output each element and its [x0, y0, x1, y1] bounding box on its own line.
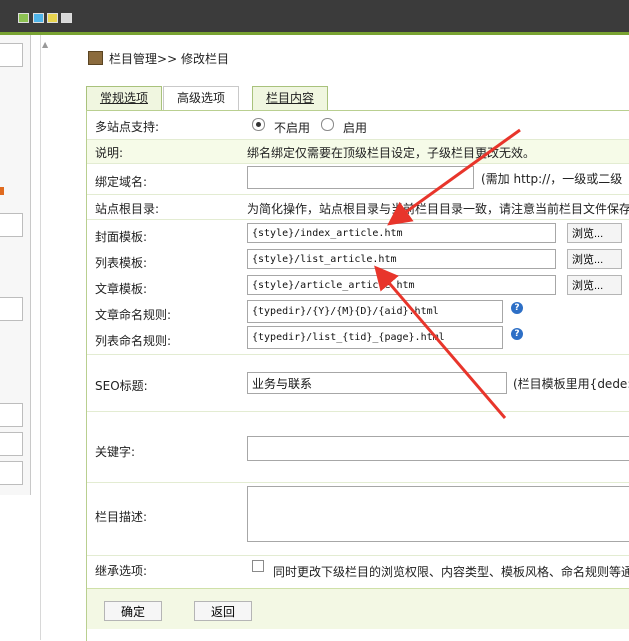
sidebar-button[interactable] — [0, 297, 23, 321]
article-naming-input[interactable] — [247, 300, 503, 323]
multisite-off-radio[interactable] — [252, 118, 265, 131]
sidebar-button[interactable] — [0, 403, 23, 427]
multisite-label: 多站点支持: — [95, 120, 160, 134]
article-template-label: 文章模板: — [95, 282, 148, 296]
list-naming-label: 列表命名规则: — [95, 334, 172, 348]
bind-domain-hint: (需加 http://，一级或二级 — [481, 172, 623, 186]
multisite-on-label: 启用 — [343, 121, 368, 135]
inherit-row: 继承选项: 同时更改下级栏目的浏览权限、内容类型、模板风格、命名规则等通 — [87, 556, 629, 587]
confirm-button[interactable]: 确定 — [104, 601, 162, 621]
tab-content[interactable]: 栏目内容 — [252, 86, 328, 110]
left-sidebar — [0, 35, 31, 495]
tab-advanced[interactable]: 高级选项 — [163, 86, 239, 111]
list-naming-row: 列表命名规则: ? — [87, 324, 629, 355]
description-row: 栏目描述: — [87, 483, 629, 556]
list-template-input[interactable] — [247, 249, 556, 269]
description-textarea[interactable] — [247, 486, 629, 542]
list-template-label: 列表模板: — [95, 256, 148, 270]
help-icon[interactable]: ? — [511, 328, 523, 340]
book-icon — [88, 51, 103, 65]
article-template-input[interactable] — [247, 275, 556, 295]
sidebar-button[interactable] — [0, 213, 23, 237]
inherit-checkbox[interactable] — [252, 560, 264, 572]
breadcrumb: 栏目管理>> 修改栏目 — [88, 50, 229, 67]
article-naming-row: 文章命名规则: ? — [87, 298, 629, 324]
breadcrumb-root[interactable]: 栏目管理 — [109, 52, 157, 66]
list-naming-input[interactable] — [247, 326, 503, 349]
inherit-text: 同时更改下级栏目的浏览权限、内容类型、模板风格、命名规则等通 — [273, 565, 629, 579]
scroll-up-icon[interactable]: ▲ — [42, 40, 48, 49]
bind-domain-input[interactable] — [247, 166, 474, 189]
note-row: 说明: 绑名绑定仅需要在顶级栏目设定，子级栏目更改无效。 — [87, 140, 629, 164]
multisite-row: 多站点支持: 不启用 启用 — [87, 111, 629, 140]
multisite-on-radio[interactable] — [321, 118, 334, 131]
cover-template-row: 封面模板: 浏览... — [87, 220, 629, 246]
seo-title-hint: (栏目模板里用{dede:f — [513, 377, 629, 391]
list-template-row: 列表模板: 浏览... — [87, 246, 629, 272]
bind-domain-row: 绑定域名: (需加 http://，一级或二级 — [87, 164, 629, 195]
divider — [40, 35, 41, 640]
breadcrumb-separator: >> — [157, 52, 178, 66]
site-root-row: 站点根目录: 为简化操作，站点根目录与当前栏目目录一致，请注意当前栏目文件保存 — [87, 195, 629, 220]
form-panel: 多站点支持: 不启用 启用 说明: 绑名绑定仅需要在顶级栏目设定，子级栏目更改无… — [86, 110, 629, 641]
keywords-row: 关键字: — [87, 412, 629, 483]
help-icon[interactable]: ? — [511, 302, 523, 314]
site-root-text: 为简化操作，站点根目录与当前栏目目录一致，请注意当前栏目文件保存 — [247, 202, 629, 216]
seo-title-row: SEO标题: (栏目模板里用{dede:f — [87, 355, 629, 412]
note-text: 绑名绑定仅需要在顶级栏目设定，子级栏目更改无效。 — [247, 146, 536, 160]
window-icon-gray[interactable] — [61, 13, 72, 23]
keywords-input[interactable] — [247, 436, 629, 461]
description-label: 栏目描述: — [95, 510, 148, 524]
back-button[interactable]: 返回 — [194, 601, 252, 621]
inherit-label: 继承选项: — [95, 564, 148, 578]
window-icon-green[interactable] — [18, 13, 29, 23]
breadcrumb-current: 修改栏目 — [180, 52, 229, 66]
bind-domain-label: 绑定域名: — [95, 175, 148, 189]
window-icon-blue[interactable] — [33, 13, 44, 23]
multisite-off-label: 不启用 — [274, 121, 311, 135]
window-icon-yellow[interactable] — [47, 13, 58, 23]
sidebar-button[interactable] — [0, 432, 23, 456]
list-template-browse-button[interactable]: 浏览... — [567, 249, 622, 269]
seo-title-label: SEO标题: — [95, 379, 148, 393]
article-template-row: 文章模板: 浏览... — [87, 272, 629, 298]
button-bar: 确定 返回 — [87, 588, 629, 629]
article-template-browse-button[interactable]: 浏览... — [567, 275, 622, 295]
sidebar-button[interactable] — [0, 461, 23, 485]
cover-template-browse-button[interactable]: 浏览... — [567, 223, 622, 243]
site-root-label: 站点根目录: — [95, 202, 160, 216]
seo-title-input[interactable] — [247, 372, 507, 394]
article-naming-label: 文章命名规则: — [95, 308, 172, 322]
cover-template-label: 封面模板: — [95, 230, 148, 244]
keywords-label: 关键字: — [95, 445, 136, 459]
cover-template-input[interactable] — [247, 223, 556, 243]
sidebar-button[interactable] — [0, 43, 23, 67]
top-bar — [0, 0, 629, 35]
note-label: 说明: — [95, 146, 124, 160]
tab-general[interactable]: 常规选项 — [86, 86, 162, 110]
sidebar-marker — [0, 187, 4, 195]
